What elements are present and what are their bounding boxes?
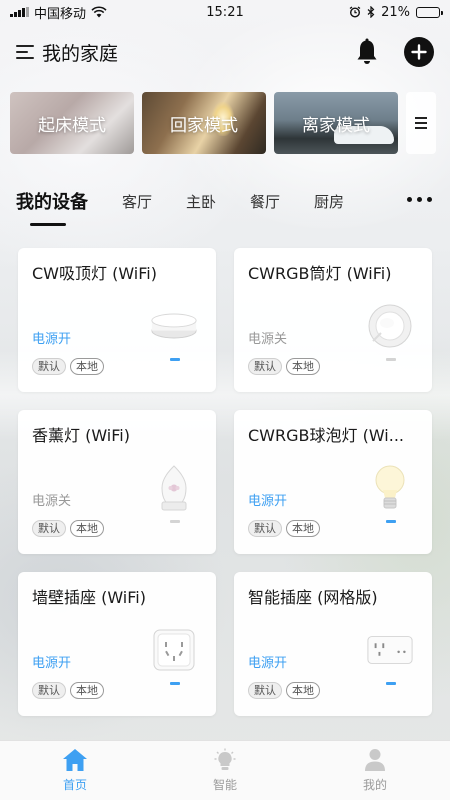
wifi-icon [91, 6, 107, 18]
power-indicator [170, 682, 180, 685]
bottom-nav: 首页 智能 我的 [0, 740, 450, 800]
scene-card-home[interactable]: 回家模式 [142, 92, 266, 154]
status-bar: 中国移动 15:21 21% [0, 0, 450, 24]
scene-card-morning[interactable]: 起床模式 [10, 92, 134, 154]
more-dots-icon[interactable] [407, 197, 432, 202]
nav-home[interactable]: 首页 [0, 741, 150, 800]
scene-label: 起床模式 [38, 115, 106, 136]
device-status: 电源开 [248, 656, 288, 671]
power-indicator [386, 520, 396, 523]
tag-default: 默认 [248, 682, 282, 699]
tag-local: 本地 [70, 358, 104, 375]
device-name: 墙壁插座 (WiFi) [32, 588, 146, 607]
device-name: 智能插座 (网格版) [248, 588, 378, 607]
battery-icon [416, 6, 443, 18]
nav-label: 我的 [362, 778, 387, 792]
nav-label: 智能 [212, 778, 237, 792]
tag-local: 本地 [70, 682, 104, 699]
tag-local: 本地 [286, 358, 320, 375]
device-card[interactable]: CWRGB筒灯 (WiFi) 电源关 默认 本地 [234, 248, 432, 392]
list-icon [415, 117, 427, 129]
bulb-icon [366, 464, 414, 512]
tab-living-room[interactable]: 客厅 [122, 191, 152, 212]
aroma-lamp-icon [150, 464, 198, 512]
smart-plug-icon [366, 626, 414, 674]
device-card[interactable]: 智能插座 (网格版) 电源开 默认 本地 [234, 572, 432, 716]
tag-local: 本地 [70, 520, 104, 537]
bulb-icon [214, 748, 236, 770]
device-status: 电源开 [32, 332, 72, 347]
tag-default: 默认 [32, 358, 66, 375]
device-card[interactable]: CWRGB球泡灯 (Wi... 电源开 默认 本地 [234, 410, 432, 554]
bell-icon[interactable] [354, 38, 380, 66]
tab-kitchen[interactable]: 厨房 [314, 191, 344, 212]
scene-more-button[interactable] [406, 92, 436, 154]
add-button[interactable] [404, 37, 434, 67]
scene-card-away[interactable]: 离家模式 [274, 92, 398, 154]
person-icon [365, 749, 385, 771]
device-grid: CW吸顶灯 (WiFi) 电源开 默认 本地 CWRGB筒灯 (WiFi) 电源… [18, 248, 432, 716]
tab-dining-room[interactable]: 餐厅 [250, 191, 280, 212]
device-name: CWRGB筒灯 (WiFi) [248, 264, 392, 283]
battery-percent: 21% [381, 4, 410, 20]
tab-master-bedroom[interactable]: 主卧 [186, 191, 216, 212]
power-indicator [170, 358, 180, 361]
device-card[interactable]: 香薰灯 (WiFi) 电源关 默认 本地 [18, 410, 216, 554]
carrier-label: 中国移动 [34, 6, 87, 22]
room-tabs: 我的设备 客厅 主卧 餐厅 厨房 [0, 184, 450, 226]
device-status: 电源关 [248, 332, 288, 347]
nav-label: 首页 [62, 778, 87, 792]
device-card[interactable]: CW吸顶灯 (WiFi) 电源开 默认 本地 [18, 248, 216, 392]
device-status: 电源开 [32, 656, 72, 671]
nav-me[interactable]: 我的 [300, 741, 450, 800]
tag-local: 本地 [286, 682, 320, 699]
scene-label: 回家模式 [170, 115, 238, 136]
nav-smart[interactable]: 智能 [150, 741, 300, 800]
menu-icon[interactable] [16, 45, 34, 59]
device-status: 电源关 [32, 494, 72, 509]
tag-default: 默认 [248, 358, 282, 375]
device-card[interactable]: 墙壁插座 (WiFi) 电源开 默认 本地 [18, 572, 216, 716]
home-icon [63, 749, 87, 771]
ceiling-lamp-icon [150, 302, 198, 350]
device-status: 电源开 [248, 494, 288, 509]
scene-label: 离家模式 [302, 115, 370, 136]
device-name: 香薰灯 (WiFi) [32, 426, 130, 445]
alarm-icon [349, 6, 361, 18]
page-title[interactable]: 我的家庭 [42, 39, 354, 66]
power-indicator [386, 358, 396, 361]
scene-list: 起床模式 回家模式 离家模式 [10, 92, 450, 154]
tab-my-devices[interactable]: 我的设备 [16, 188, 88, 226]
plus-icon [411, 44, 427, 60]
tag-local: 本地 [286, 520, 320, 537]
wall-socket-icon [150, 626, 198, 674]
downlight-icon [366, 302, 414, 350]
bluetooth-icon [367, 6, 375, 18]
header: 我的家庭 [0, 30, 450, 74]
tag-default: 默认 [32, 682, 66, 699]
device-name: CW吸顶灯 (WiFi) [32, 264, 157, 283]
power-indicator [386, 682, 396, 685]
tag-default: 默认 [248, 520, 282, 537]
power-indicator [170, 520, 180, 523]
signal-icon [10, 7, 29, 17]
tag-default: 默认 [32, 520, 66, 537]
device-name: CWRGB球泡灯 (Wi... [248, 426, 404, 445]
